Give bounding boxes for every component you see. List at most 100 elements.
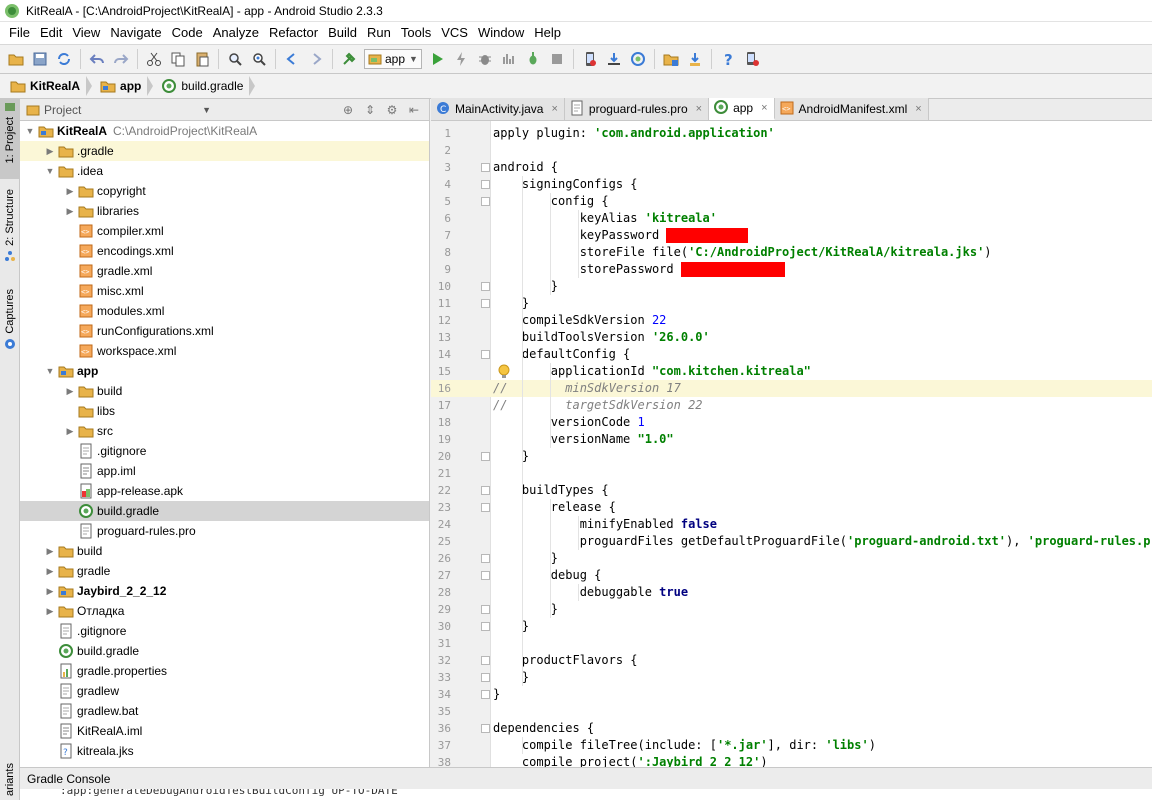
breadcrumb-project[interactable]: KitRealA <box>8 76 86 97</box>
menu-code[interactable]: Code <box>167 23 208 43</box>
code-line[interactable]: 14 defaultConfig { <box>431 346 1152 363</box>
code-line[interactable]: 36 dependencies { <box>431 720 1152 737</box>
gear-icon[interactable]: ⚙ <box>383 101 401 119</box>
chevron-right-icon[interactable]: ▶ <box>44 145 56 157</box>
tree-item[interactable]: ▶ copyright <box>20 181 429 201</box>
fold-marker-icon[interactable] <box>481 163 490 172</box>
android-monitor-icon[interactable] <box>627 48 649 70</box>
fold-marker-icon[interactable] <box>481 282 490 291</box>
help-icon[interactable]: ? <box>717 48 739 70</box>
avd-manager-icon[interactable] <box>579 48 601 70</box>
cut-icon[interactable] <box>143 48 165 70</box>
code-line[interactable]: 3 android { <box>431 159 1152 176</box>
back-icon[interactable] <box>281 48 303 70</box>
close-icon[interactable]: × <box>696 103 702 115</box>
code-line[interactable]: 23 release { <box>431 499 1152 516</box>
code-line[interactable]: 4 signingConfigs { <box>431 176 1152 193</box>
breadcrumb-module[interactable]: app <box>98 76 147 97</box>
menu-tools[interactable]: Tools <box>396 23 436 43</box>
tree-item[interactable]: app.iml <box>20 461 429 481</box>
chevron-down-icon[interactable]: ▼ <box>44 365 56 377</box>
menu-vcs[interactable]: VCS <box>436 23 473 43</box>
tree-item[interactable]: ▶ build <box>20 381 429 401</box>
code-line[interactable]: 5 config { <box>431 193 1152 210</box>
fold-marker-icon[interactable] <box>481 656 490 665</box>
tree-item[interactable]: libs <box>20 401 429 421</box>
code-line[interactable]: 15 applicationId "com.kitchen.kitreala" <box>431 363 1152 380</box>
editor-tab[interactable]: C MainActivity.java × <box>431 98 565 120</box>
code-line[interactable]: 20 } <box>431 448 1152 465</box>
code-line[interactable]: 18 versionCode 1 <box>431 414 1152 431</box>
run-config-select[interactable]: app ▼ <box>364 49 422 69</box>
code-line[interactable]: 35 <box>431 703 1152 720</box>
fold-marker-icon[interactable] <box>481 486 490 495</box>
tree-item[interactable]: build.gradle <box>20 641 429 661</box>
tree-item[interactable]: ▶ build <box>20 541 429 561</box>
copy-icon[interactable] <box>167 48 189 70</box>
fold-marker-icon[interactable] <box>481 452 490 461</box>
collapse-all-icon[interactable]: ⇕ <box>361 101 379 119</box>
chevron-down-icon[interactable]: ▼ <box>44 165 56 177</box>
chevron-right-icon[interactable]: ▶ <box>64 205 76 217</box>
tree-root[interactable]: ▼ KitRealA C:\AndroidProject\KitRealA <box>20 121 429 141</box>
tree-item[interactable]: <> misc.xml <box>20 281 429 301</box>
code-line[interactable]: 12 compileSdkVersion 22 <box>431 312 1152 329</box>
code-line[interactable]: 25 proguardFiles getDefaultProguardFile(… <box>431 533 1152 550</box>
code-line[interactable]: 6 keyAlias 'kitreala' <box>431 210 1152 227</box>
menu-build[interactable]: Build <box>323 23 362 43</box>
chevron-right-icon[interactable]: ▶ <box>44 605 56 617</box>
tree-item[interactable]: <> modules.xml <box>20 301 429 321</box>
editor-tab[interactable]: app × <box>709 98 775 120</box>
tree-item[interactable]: ▶ Jaybird_2_2_12 <box>20 581 429 601</box>
chevron-right-icon[interactable]: ▶ <box>44 585 56 597</box>
code-line[interactable]: 27 debug { <box>431 567 1152 584</box>
chevron-right-icon[interactable]: ▶ <box>44 565 56 577</box>
code-line[interactable]: 30 } <box>431 618 1152 635</box>
tab-captures[interactable]: Captures <box>0 289 20 359</box>
close-icon[interactable]: × <box>761 102 767 114</box>
tree-item[interactable]: .gitignore <box>20 621 429 641</box>
code-line[interactable]: 33 } <box>431 669 1152 686</box>
fold-marker-icon[interactable] <box>481 554 490 563</box>
code-line[interactable]: 13 buildToolsVersion '26.0.0' <box>431 329 1152 346</box>
project-view-select[interactable]: Project ▼ <box>26 103 211 117</box>
gradle-console-tab[interactable]: Gradle Console <box>20 767 1152 789</box>
menu-edit[interactable]: Edit <box>35 23 67 43</box>
menu-navigate[interactable]: Navigate <box>105 23 166 43</box>
tree-item[interactable]: <> compiler.xml <box>20 221 429 241</box>
code-line[interactable]: 34} <box>431 686 1152 703</box>
fold-marker-icon[interactable] <box>481 571 490 580</box>
scroll-from-source-icon[interactable]: ⊕ <box>339 101 357 119</box>
tree-item[interactable]: ? kitreala.jks <box>20 741 429 761</box>
stop-icon[interactable] <box>546 48 568 70</box>
sync-icon[interactable] <box>53 48 75 70</box>
menu-refactor[interactable]: Refactor <box>264 23 323 43</box>
code-line[interactable]: 38 compile project(':Jaybird_2_2_12') <box>431 754 1152 767</box>
code-line[interactable]: 21 <box>431 465 1152 482</box>
code-line[interactable]: 26 } <box>431 550 1152 567</box>
instant-run-icon[interactable] <box>450 48 472 70</box>
code-line[interactable]: 31 <box>431 635 1152 652</box>
fold-marker-icon[interactable] <box>481 605 490 614</box>
download-icon[interactable] <box>684 48 706 70</box>
make-project-icon[interactable] <box>338 48 360 70</box>
undo-icon[interactable] <box>86 48 108 70</box>
chevron-right-icon[interactable]: ▶ <box>64 425 76 437</box>
project-structure-icon[interactable] <box>660 48 682 70</box>
menu-file[interactable]: File <box>4 23 35 43</box>
tree-item[interactable]: gradle.properties <box>20 661 429 681</box>
editor-tab[interactable]: <> AndroidManifest.xml × <box>774 98 929 120</box>
tree-item[interactable]: ▶ src <box>20 421 429 441</box>
fold-marker-icon[interactable] <box>481 622 490 631</box>
chevron-right-icon[interactable]: ▶ <box>44 545 56 557</box>
redo-icon[interactable] <box>110 48 132 70</box>
code-line[interactable]: 24 minifyEnabled false <box>431 516 1152 533</box>
fold-marker-icon[interactable] <box>481 350 490 359</box>
editor-tab[interactable]: proguard-rules.pro × <box>564 98 710 120</box>
code-line[interactable]: 16// minSdkVersion 17 <box>431 380 1152 397</box>
fold-marker-icon[interactable] <box>481 690 490 699</box>
code-line[interactable]: 8 storeFile file('C:/AndroidProject/KitR… <box>431 244 1152 261</box>
code-line[interactable]: 11 } <box>431 295 1152 312</box>
code-line[interactable]: 1 apply plugin: 'com.android.application' <box>431 125 1152 142</box>
close-icon[interactable]: × <box>915 103 921 115</box>
